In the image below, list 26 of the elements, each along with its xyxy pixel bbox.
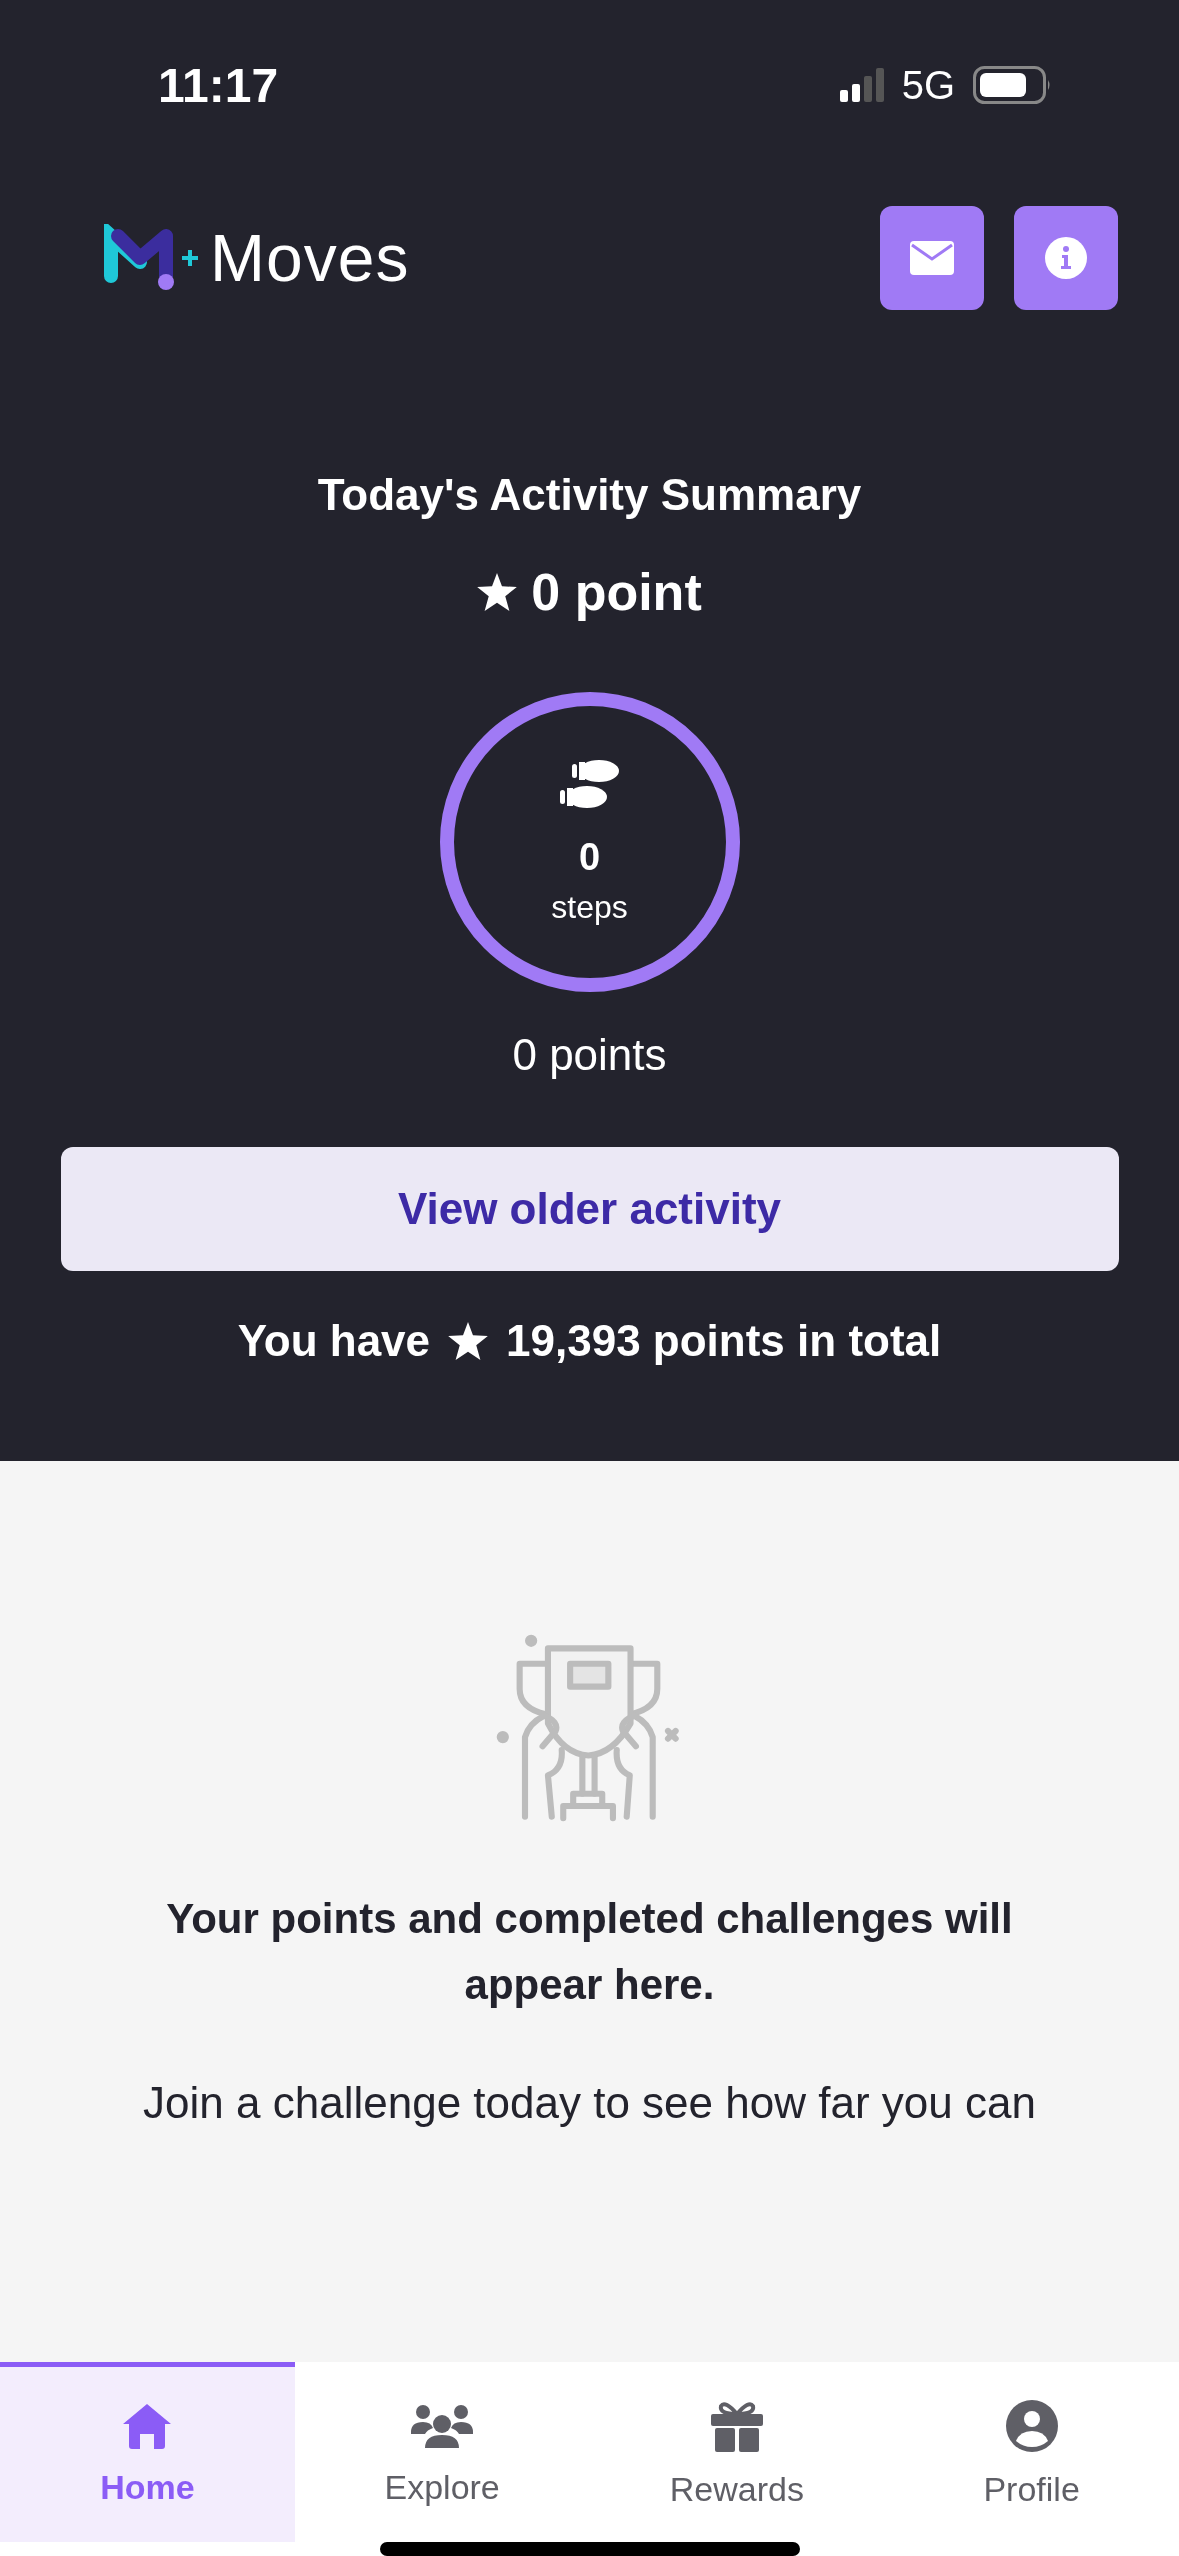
total-points: 19,393 points in total: [506, 1316, 942, 1366]
total-prefix: You have: [237, 1316, 431, 1366]
people-icon: [411, 2402, 474, 2450]
empty-state-heading: Your points and completed challenges will appear here.: [165, 1894, 1014, 2010]
app-name: Moves: [210, 220, 410, 296]
profile-icon: [1005, 2400, 1058, 2452]
gift-icon: [710, 2400, 763, 2452]
mail-icon: [910, 241, 954, 275]
steps-label: steps: [551, 889, 628, 926]
footprints-icon: [558, 758, 621, 810]
status-time: 11:17: [158, 57, 279, 113]
steps-count: 0: [578, 836, 601, 879]
info-button[interactable]: [1014, 206, 1118, 310]
today-points: 0 point: [531, 562, 702, 622]
older-activity-button[interactable]: View older activity: [60, 1147, 1119, 1271]
info-icon: [1045, 237, 1087, 279]
nav-tab[interactable]: Home: [0, 2362, 295, 2542]
star-icon: [448, 1322, 489, 1360]
battery-icon: [973, 66, 1051, 104]
network-label: 5G: [901, 62, 955, 108]
signal-icon: [839, 68, 884, 102]
summary-title: Today's Activity Summary: [317, 470, 862, 520]
points-label: 0 points: [512, 1030, 667, 1080]
mail-button[interactable]: [880, 206, 984, 310]
empty-state-text: Join a challenge today to see how far you can: [143, 2078, 1036, 2128]
star-icon: [477, 573, 518, 611]
